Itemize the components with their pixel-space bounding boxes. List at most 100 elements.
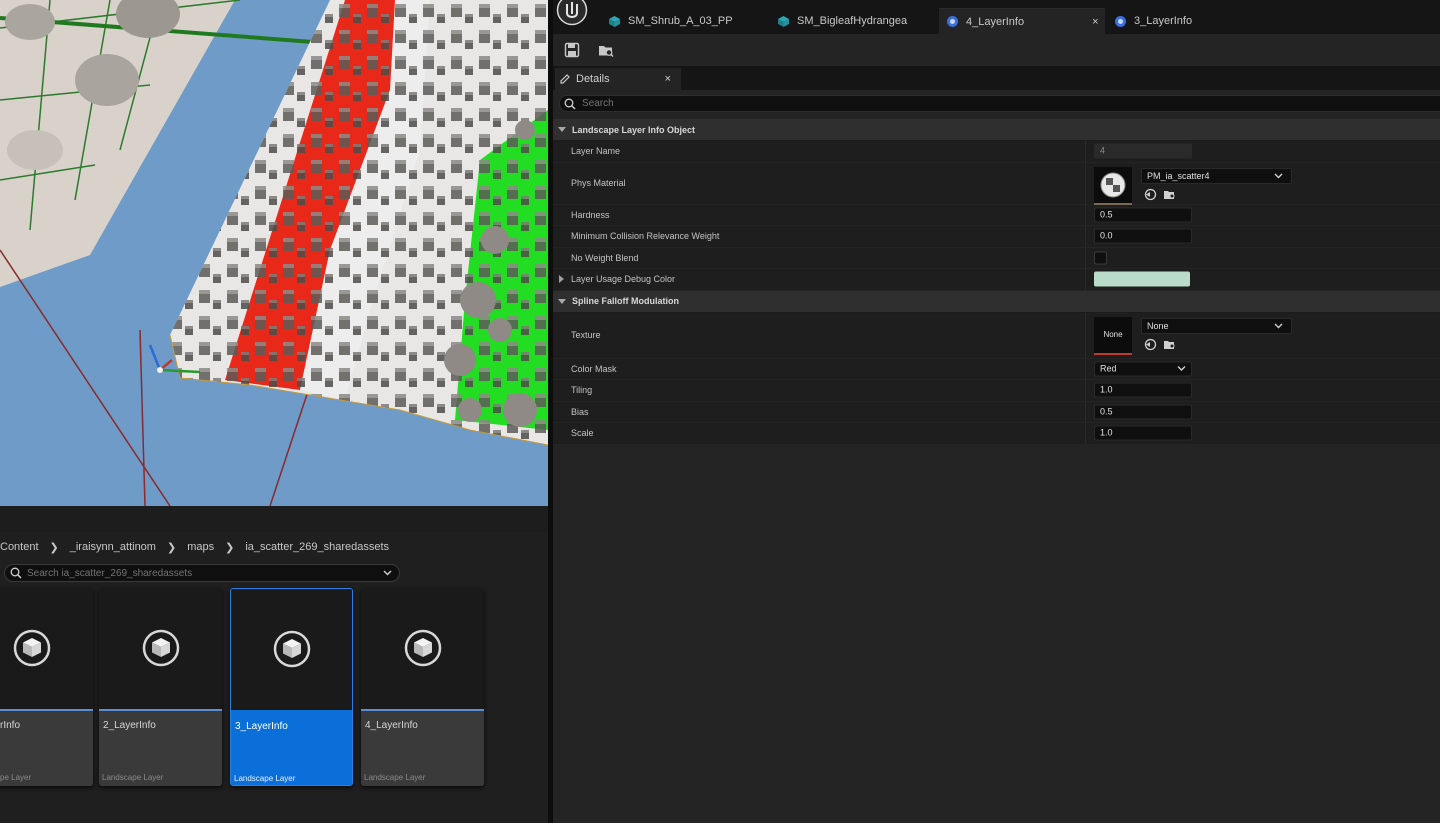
save-icon[interactable]	[564, 42, 580, 58]
tab-4-layerinfo[interactable]: 4_LayerInfo ×	[939, 8, 1105, 34]
breadcrumb-current[interactable]: ia_scatter_269_sharedassets	[245, 541, 389, 553]
content-search-input[interactable]	[22, 567, 383, 579]
pencil-icon	[560, 74, 570, 84]
chevron-down-icon	[1274, 173, 1283, 178]
property-color-mask: Color Mask Red	[553, 358, 1440, 380]
chevron-down-icon[interactable]	[383, 570, 392, 576]
asset-cube-icon	[13, 629, 50, 666]
property-label: Minimum Collision Relevance Weight	[571, 231, 720, 242]
texture-thumb-label: None	[1103, 330, 1123, 339]
static-mesh-icon	[778, 15, 789, 27]
collapse-arrow-icon	[558, 298, 566, 304]
close-details-icon[interactable]: ×	[665, 73, 671, 85]
browse-asset-icon[interactable]	[1163, 338, 1176, 351]
tiling-field[interactable]: 1.0	[1094, 382, 1192, 398]
min-collision-field[interactable]: 0.0	[1094, 228, 1192, 244]
details-tab[interactable]: Details ×	[555, 68, 681, 90]
layer-info-icon	[947, 16, 958, 27]
level-viewport[interactable]	[0, 0, 548, 506]
property-min-collision-weight: Minimum Collision Relevance Weight 0.0	[553, 226, 1440, 248]
texture-picker[interactable]: None	[1141, 317, 1292, 334]
tab-label: SM_BigleafHydrangea	[797, 15, 908, 27]
hardness-field[interactable]: 0.5	[1094, 207, 1192, 223]
collapse-arrow-icon	[558, 127, 566, 132]
browse-to-asset-icon[interactable]	[598, 42, 614, 58]
asset-cube-icon	[273, 630, 310, 667]
texture-thumbnail[interactable]: None	[1094, 316, 1132, 355]
static-mesh-icon	[609, 15, 620, 27]
category-label: Spline Falloff Modulation	[572, 296, 679, 306]
category-label: Landscape Layer Info Object	[572, 124, 696, 135]
tab-3-layerinfo[interactable]: 3_LayerInfo	[1114, 8, 1192, 34]
breadcrumb-content[interactable]: Content	[0, 541, 39, 553]
property-bias: Bias 0.5	[553, 401, 1440, 423]
chevron-right-icon: ❯	[49, 541, 59, 554]
tab-sm-shrub[interactable]: SM_Shrub_A_03_PP	[608, 8, 733, 34]
content-search-box[interactable]	[4, 564, 400, 582]
property-label: Color Mask	[571, 363, 617, 374]
property-label: Bias	[571, 406, 589, 417]
bias-field[interactable]: 0.5	[1094, 404, 1192, 420]
asset-name: 4_LayerInfo	[365, 720, 418, 731]
property-label: Scale	[571, 428, 594, 439]
property-label: No Weight Blend	[571, 252, 639, 263]
details-tab-label: Details	[576, 73, 610, 85]
asset-tile[interactable]: 2_LayerInfo Landscape Layer	[99, 588, 222, 786]
asset-name: rInfo	[0, 720, 21, 731]
property-tiling: Tiling 1.0	[553, 380, 1440, 402]
tab-sm-hydrangea[interactable]: SM_BigleafHydrangea	[777, 8, 907, 34]
property-hardness: Hardness 0.5	[553, 204, 1440, 226]
content-browser: Content ❯ _iraisynn_attinom ❯ maps ❯ ia_…	[0, 532, 548, 823]
property-scale: Scale 1.0	[553, 423, 1440, 445]
asset-tile[interactable]: rInfo pe Layer	[0, 588, 93, 786]
details-search-box[interactable]	[559, 95, 1440, 112]
browse-asset-icon[interactable]	[1163, 188, 1176, 201]
phys-material-value: PM_ia_scatter4	[1147, 170, 1210, 181]
property-label: Texture	[571, 330, 601, 340]
details-panel: Landscape Layer Info Object Layer Name 4…	[553, 90, 1440, 823]
title-bar: SM_Shrub_A_03_PP SM_BigleafHydrangea 4_L…	[553, 0, 1440, 34]
search-icon	[564, 98, 576, 110]
property-label: Layer Usage Debug Color	[571, 274, 676, 285]
scale-field[interactable]: 1.0	[1094, 425, 1192, 441]
unreal-logo-icon[interactable]	[556, 0, 588, 26]
asset-cube-icon	[404, 629, 441, 666]
color-mask-dropdown[interactable]: Red	[1094, 361, 1192, 377]
property-label: Phys Material	[571, 178, 626, 188]
color-mask-value: Red	[1100, 363, 1117, 374]
breadcrumb-maps[interactable]: maps	[187, 541, 214, 553]
no-weight-blend-checkbox[interactable]	[1094, 251, 1107, 265]
property-label: Hardness	[571, 209, 610, 220]
chevron-right-icon: ❯	[166, 541, 177, 554]
property-no-weight-blend: No Weight Blend	[553, 247, 1440, 269]
debug-color-swatch[interactable]	[1094, 271, 1190, 287]
phys-material-thumbnail[interactable]	[1094, 166, 1132, 205]
asset-name: 2_LayerInfo	[103, 720, 156, 731]
search-icon	[10, 567, 22, 579]
use-selected-asset-icon[interactable]	[1144, 338, 1157, 351]
layer-info-icon	[1115, 15, 1126, 27]
details-tabbar: Details ×	[553, 66, 1440, 90]
breadcrumb-folder[interactable]: _iraisynn_attinom	[70, 541, 156, 553]
details-search-input[interactable]	[576, 98, 1440, 109]
panel-gap	[0, 506, 548, 532]
use-selected-asset-icon[interactable]	[1144, 188, 1157, 201]
property-debug-color: Layer Usage Debug Color	[553, 269, 1440, 291]
category-spline-falloff[interactable]: Spline Falloff Modulation	[553, 290, 1440, 313]
category-landscape-layer-info[interactable]: Landscape Layer Info Object	[553, 119, 1440, 141]
close-tab-icon[interactable]: ×	[1092, 16, 1098, 28]
property-texture: Texture None None	[553, 312, 1440, 359]
phys-material-picker[interactable]: PM_ia_scatter4	[1141, 167, 1292, 184]
asset-cube-icon	[142, 629, 179, 666]
property-list: Landscape Layer Info Object Layer Name 4…	[553, 119, 1440, 445]
expand-arrow-icon[interactable]	[559, 275, 564, 284]
layer-name-field: 4	[1094, 143, 1192, 159]
property-label: Layer Name	[571, 146, 621, 157]
breadcrumb: Content ❯ _iraisynn_attinom ❯ maps ❯ ia_…	[0, 536, 389, 558]
asset-name: 3_LayerInfo	[235, 721, 288, 732]
toolbar	[553, 34, 1440, 66]
asset-tile[interactable]: 4_LayerInfo Landscape Layer	[361, 588, 484, 786]
asset-type: pe Layer	[0, 773, 32, 782]
asset-tile-selected[interactable]: 3_LayerInfo Landscape Layer	[230, 588, 353, 786]
tab-label: SM_Shrub_A_03_PP	[628, 15, 733, 27]
